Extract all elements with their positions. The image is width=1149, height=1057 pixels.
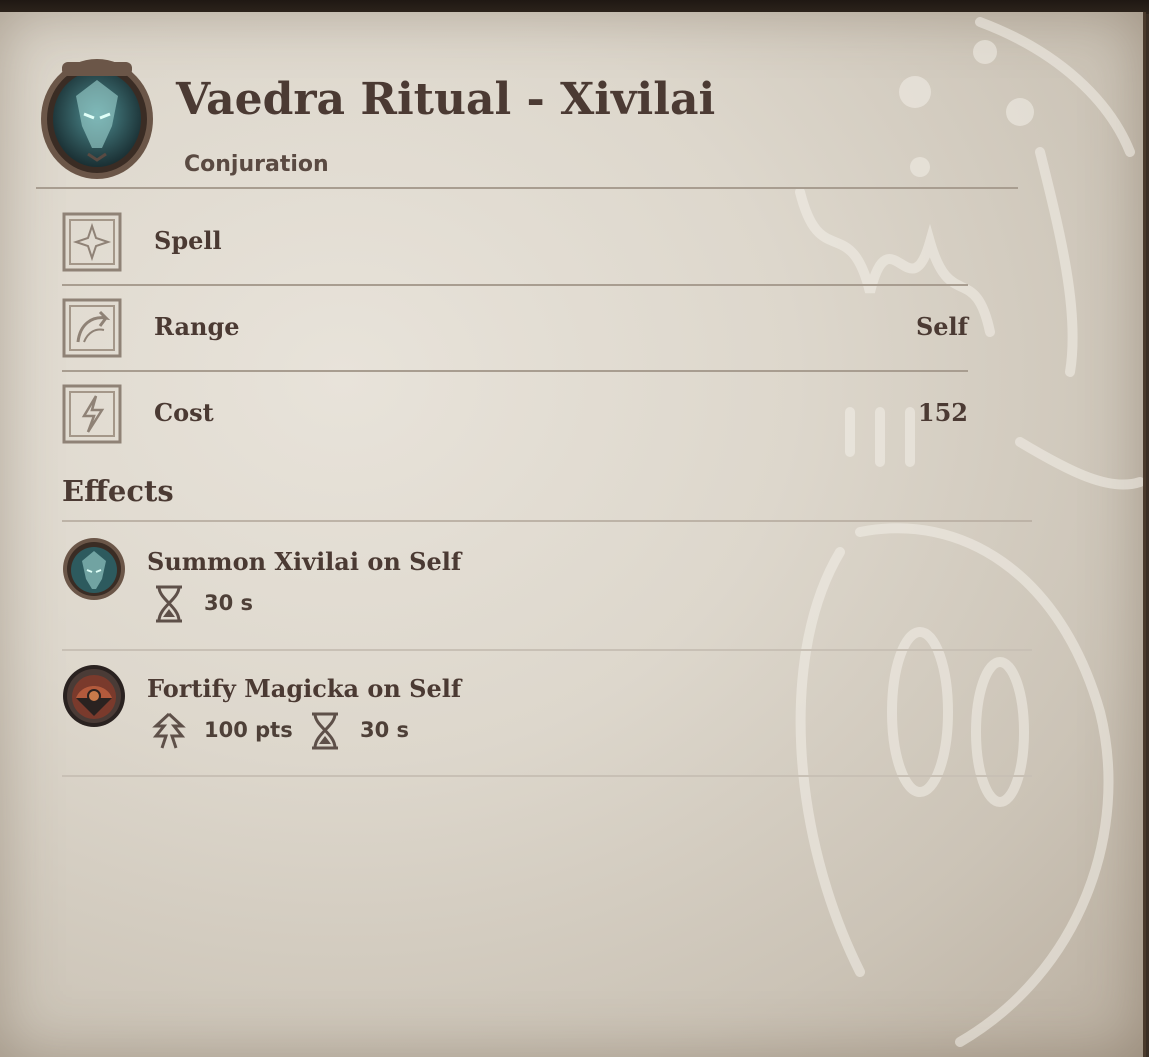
effect-divider [62, 649, 1032, 651]
spell-star-icon [62, 212, 122, 272]
spell-tooltip-panel: Vaedra Ritual - Xivilai Conjuration Spel… [0, 12, 1146, 1057]
fortify-magicka-icon [63, 665, 125, 727]
effect-name: Fortify Magicka on Self [147, 674, 462, 703]
property-label: Cost [154, 398, 214, 427]
hourglass-icon [156, 585, 182, 623]
spell-title: Vaedra Ritual - Xivilai [176, 74, 716, 125]
property-row-range: Range Self [62, 298, 968, 360]
duration-value: 30 s [360, 718, 410, 742]
property-value: 152 [917, 398, 968, 427]
range-arrow-icon [62, 298, 122, 358]
cost-lightning-icon [62, 384, 122, 444]
effects-divider [62, 520, 1032, 522]
property-row-spell: Spell [62, 212, 968, 274]
hourglass-icon [312, 712, 338, 750]
effects-heading: Effects [62, 474, 174, 508]
magnitude-value: 100 pts [204, 718, 293, 742]
effect-divider [62, 775, 1032, 777]
daedra-watermark [795, 17, 1143, 1047]
spell-school: Conjuration [184, 152, 329, 177]
property-row-cost: Cost 152 [62, 384, 968, 446]
duration-value: 30 s [204, 591, 254, 615]
header-divider [36, 187, 1018, 189]
property-divider [62, 284, 968, 286]
effect-item-summon-xivilai: Summon Xivilai on Self 30 s [62, 537, 1022, 647]
xivilai-mask-icon [41, 59, 153, 179]
xivilai-mask-icon [63, 538, 125, 600]
property-label: Range [154, 312, 240, 341]
effect-name: Summon Xivilai on Self [147, 547, 462, 576]
effect-item-fortify-magicka: Fortify Magicka on Self 100 pts 30 s [62, 664, 1022, 774]
property-value: Self [915, 312, 968, 341]
property-label: Spell [154, 226, 222, 255]
property-divider [62, 370, 968, 372]
fortify-arrow-icon [152, 712, 186, 749]
